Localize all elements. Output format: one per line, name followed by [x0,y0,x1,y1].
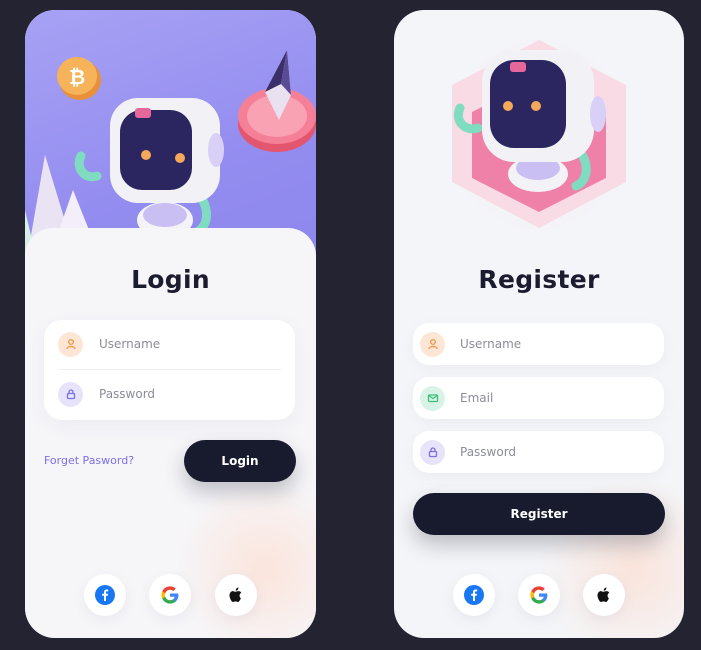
password-field[interactable]: Password [413,431,664,473]
lock-icon [58,381,83,407]
register-screen: Register Username Email Password Registe… [394,10,684,638]
robot-icon [74,98,224,238]
login-button-label: Login [221,454,259,468]
user-icon [420,331,445,357]
email-field[interactable]: Email [413,377,664,419]
register-hero-illustration [444,30,634,240]
facebook-button[interactable] [453,574,495,616]
username-field[interactable]: Username [413,323,664,365]
apple-icon [597,587,610,602]
user-icon [58,331,83,357]
google-icon [530,586,548,604]
apple-button[interactable] [215,574,257,616]
forgot-password-link[interactable]: Forget Pasword? [44,454,134,467]
password-field[interactable]: Password [44,370,295,418]
username-placeholder: Username [99,337,161,351]
register-button[interactable]: Register [413,493,665,535]
login-button[interactable]: Login [184,440,296,482]
login-form-card: Username Password [44,320,295,420]
google-icon [161,586,179,604]
facebook-icon [95,585,115,605]
email-placeholder: Email [460,391,494,405]
page-title: Login [131,265,210,294]
mail-icon [420,385,445,411]
svg-text:₿: ₿ [69,65,85,89]
username-placeholder: Username [460,337,522,351]
login-screen: ₿ Login Username Password Forget Pasword… [25,10,316,638]
ethereum-icon [238,50,316,152]
facebook-icon [464,585,484,605]
username-field[interactable]: Username [44,320,295,368]
password-placeholder: Password [460,445,517,459]
page-title: Register [478,265,600,294]
bitcoin-icon: ₿ [57,57,101,100]
google-button[interactable] [518,574,560,616]
facebook-button[interactable] [84,574,126,616]
apple-button[interactable] [583,574,625,616]
register-button-label: Register [510,507,568,521]
apple-icon [229,587,242,602]
password-placeholder: Password [99,387,156,401]
google-button[interactable] [149,574,191,616]
lock-icon [420,439,445,465]
